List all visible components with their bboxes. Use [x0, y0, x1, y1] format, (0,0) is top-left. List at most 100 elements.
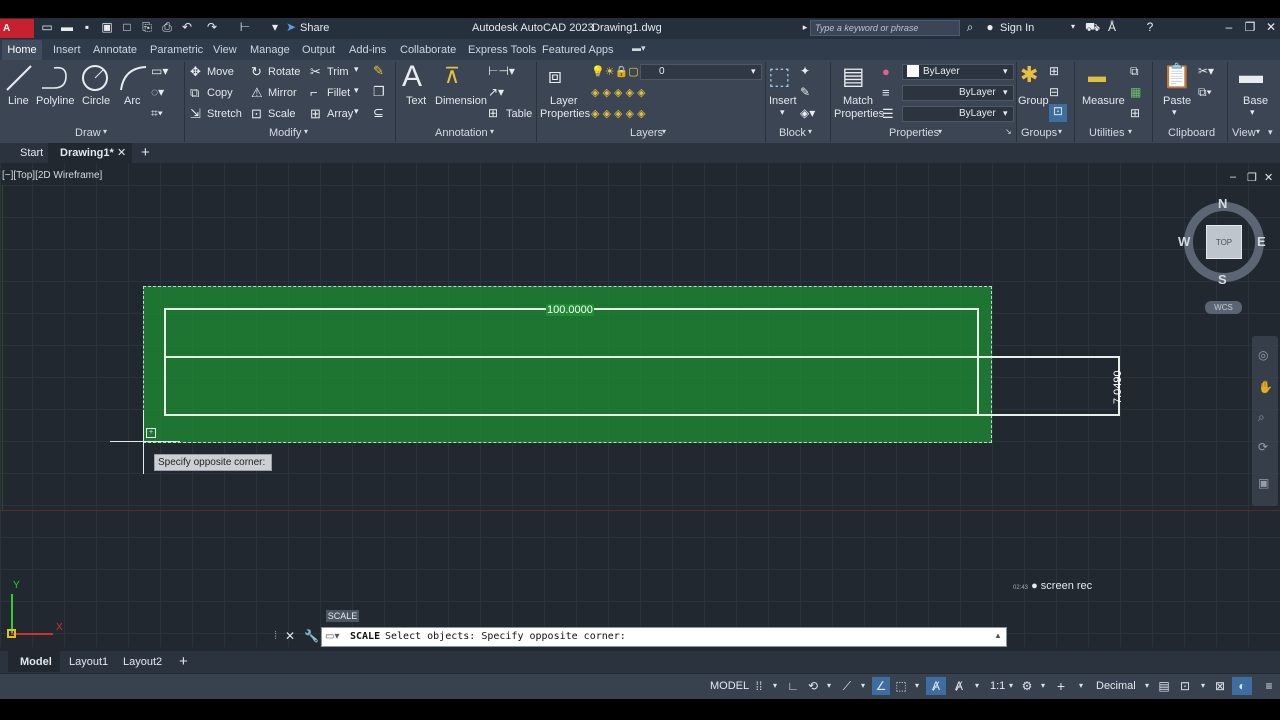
- annotation-monitor-dropdown-icon[interactable]: ▾: [1074, 679, 1088, 693]
- linetype-dropdown-chevron-icon[interactable]: ▾: [1003, 87, 1008, 98]
- tab-view[interactable]: View: [213, 44, 237, 56]
- group-selection-icon[interactable]: ⊡: [1049, 104, 1067, 122]
- dimension-button[interactable]: Dimension: [435, 95, 487, 107]
- compass-west[interactable]: W: [1178, 234, 1190, 249]
- annotation-scale-dropdown-icon[interactable]: ▾: [1004, 679, 1018, 693]
- cut-icon[interactable]: ✂▾: [1198, 64, 1214, 78]
- polar-icon[interactable]: ⟲: [806, 679, 820, 693]
- layout2-tab[interactable]: Layout2: [123, 656, 162, 668]
- close-tab-icon[interactable]: ✕: [117, 146, 126, 159]
- grid-icon[interactable]: ⁞⁞: [752, 679, 766, 693]
- rotate-button[interactable]: Rotate: [268, 66, 300, 78]
- isolate-objects-icon[interactable]: ⊠: [1213, 679, 1227, 693]
- sign-in-button[interactable]: Sign In: [1000, 22, 1034, 34]
- hardware-acceleration-icon[interactable]: ◐: [1235, 679, 1249, 693]
- annotation-panel-label[interactable]: Annotation: [435, 127, 488, 139]
- command-close-icon[interactable]: ✕: [285, 629, 295, 643]
- share-icon[interactable]: ➤: [284, 20, 298, 34]
- viewport-close-icon[interactable]: ✕: [1264, 171, 1273, 184]
- tab-output[interactable]: Output: [302, 44, 335, 56]
- command-icon[interactable]: ▭▾: [325, 631, 339, 642]
- arc-button[interactable]: Arc: [124, 95, 141, 107]
- offset-icon[interactable]: ⊆: [373, 105, 384, 121]
- viewport-restore-icon[interactable]: ❐: [1247, 171, 1257, 184]
- erase-icon[interactable]: ✎: [373, 63, 384, 79]
- array-dropdown-icon[interactable]: ▾: [354, 106, 359, 117]
- compass-east[interactable]: E: [1257, 234, 1266, 249]
- explode-icon[interactable]: ❐: [373, 84, 385, 100]
- match-properties-button[interactable]: Match: [843, 95, 873, 107]
- ucs-origin-icon[interactable]: [7, 629, 16, 638]
- rectangle-icon[interactable]: ▭▾: [151, 64, 168, 78]
- zoom-icon[interactable]: ⌕: [1258, 410, 1265, 425]
- save-as-icon[interactable]: ▣: [100, 20, 114, 34]
- groups-panel-expand-icon[interactable]: ▾: [1058, 127, 1062, 136]
- lineweight-dropdown-chevron-icon[interactable]: ▾: [1003, 108, 1008, 119]
- layer-dropdown[interactable]: 0: [640, 64, 762, 80]
- stretch-icon[interactable]: ⇲: [190, 106, 201, 122]
- groups-panel-label[interactable]: Groups: [1021, 127, 1057, 139]
- array-button[interactable]: Array: [327, 108, 353, 120]
- search-icon[interactable]: ⌕: [963, 20, 977, 34]
- lock-ui-icon[interactable]: ⊡: [1178, 679, 1192, 693]
- share-button[interactable]: Share: [300, 22, 329, 34]
- block-attribute-icon[interactable]: ◈▾: [800, 106, 815, 120]
- layer-tools-icon[interactable]: ◈ ◈ ◈ ◈ ◈: [591, 86, 646, 99]
- minimize-icon[interactable]: –: [1222, 20, 1236, 34]
- steering-wheel-icon[interactable]: ◎: [1258, 348, 1268, 362]
- navcube-top-face[interactable]: TOP: [1206, 225, 1242, 259]
- new-tab-icon[interactable]: +: [141, 144, 150, 161]
- group-button[interactable]: Group: [1018, 95, 1049, 107]
- group-edit-icon[interactable]: ⊟: [1049, 85, 1059, 99]
- auto-scale-dropdown-icon[interactable]: ▾: [970, 679, 984, 693]
- edit-block-icon[interactable]: ✎: [800, 85, 810, 99]
- circle-button[interactable]: Circle: [82, 95, 110, 107]
- sign-in-dropdown-icon[interactable]: ▾: [1066, 20, 1080, 34]
- base-dropdown-icon[interactable]: ▾: [1250, 107, 1255, 118]
- ribbon-options-icon[interactable]: ▾: [1268, 127, 1273, 138]
- fillet-button[interactable]: Fillet: [327, 87, 350, 99]
- copy-icon[interactable]: ⧉: [190, 85, 199, 101]
- table-button[interactable]: Table: [506, 108, 532, 120]
- pan-icon[interactable]: ✋: [1258, 380, 1273, 394]
- modify-panel-label[interactable]: Modify: [269, 127, 301, 139]
- mirror-icon[interactable]: ⚠: [251, 85, 263, 101]
- ortho-icon[interactable]: ∟: [786, 679, 800, 693]
- rotate-icon[interactable]: ↻: [251, 64, 262, 80]
- layers-panel-label[interactable]: Layers: [630, 127, 663, 139]
- showmotion-icon[interactable]: ▣: [1258, 476, 1269, 490]
- undo-icon[interactable]: ↶: [180, 20, 194, 34]
- open-folder-icon[interactable]: ▬: [60, 20, 74, 34]
- object-snap-tracking-icon[interactable]: ∠: [874, 679, 888, 693]
- customization-menu-icon[interactable]: ≡: [1262, 679, 1276, 693]
- annotation-panel-expand-icon[interactable]: ▾: [490, 127, 494, 136]
- table-icon[interactable]: ⊞: [488, 106, 498, 120]
- line-button[interactable]: Line: [8, 95, 29, 107]
- color-wheel-icon[interactable]: ●: [882, 64, 890, 79]
- text-button[interactable]: Text: [406, 95, 426, 107]
- cart-icon[interactable]: ⛟: [1085, 20, 1100, 34]
- measure-button[interactable]: Measure: [1082, 95, 1125, 107]
- layer-state-icon[interactable]: ◈ ◈ ◈ ◈ ◈: [591, 107, 646, 120]
- viewport-controls-label[interactable]: [−][Top][2D Wireframe]: [2, 170, 102, 181]
- mirror-button[interactable]: Mirror: [268, 87, 297, 99]
- trim-dropdown-icon[interactable]: ▾: [354, 64, 359, 75]
- clipboard-panel-label[interactable]: Clipboard: [1168, 127, 1215, 139]
- units-value[interactable]: Decimal: [1096, 680, 1136, 692]
- copy-clip-icon[interactable]: ⧉▾: [1198, 85, 1212, 100]
- redo-icon[interactable]: ↷: [205, 20, 219, 34]
- save-icon[interactable]: ▪: [80, 20, 94, 34]
- draw-panel-expand-icon[interactable]: ▾: [103, 127, 107, 136]
- block-panel-expand-icon[interactable]: ▾: [808, 127, 812, 136]
- isodraft-icon[interactable]: ⟋: [840, 679, 854, 693]
- ribbon-toggle-icon[interactable]: ▬▾: [632, 43, 646, 54]
- drawing-tab-label[interactable]: Drawing1*: [60, 147, 114, 159]
- create-block-icon[interactable]: ✦: [800, 64, 810, 78]
- compass-north[interactable]: N: [1218, 196, 1227, 211]
- leader-icon[interactable]: ↗▾: [488, 85, 504, 99]
- paste-icon[interactable]: 📋: [1162, 62, 1192, 91]
- tab-collaborate[interactable]: Collaborate: [400, 44, 456, 56]
- view-panel-label[interactable]: View: [1232, 127, 1256, 139]
- color-dropdown[interactable]: ByLayer: [902, 64, 1014, 80]
- insert-block-icon[interactable]: ⬚: [768, 62, 791, 91]
